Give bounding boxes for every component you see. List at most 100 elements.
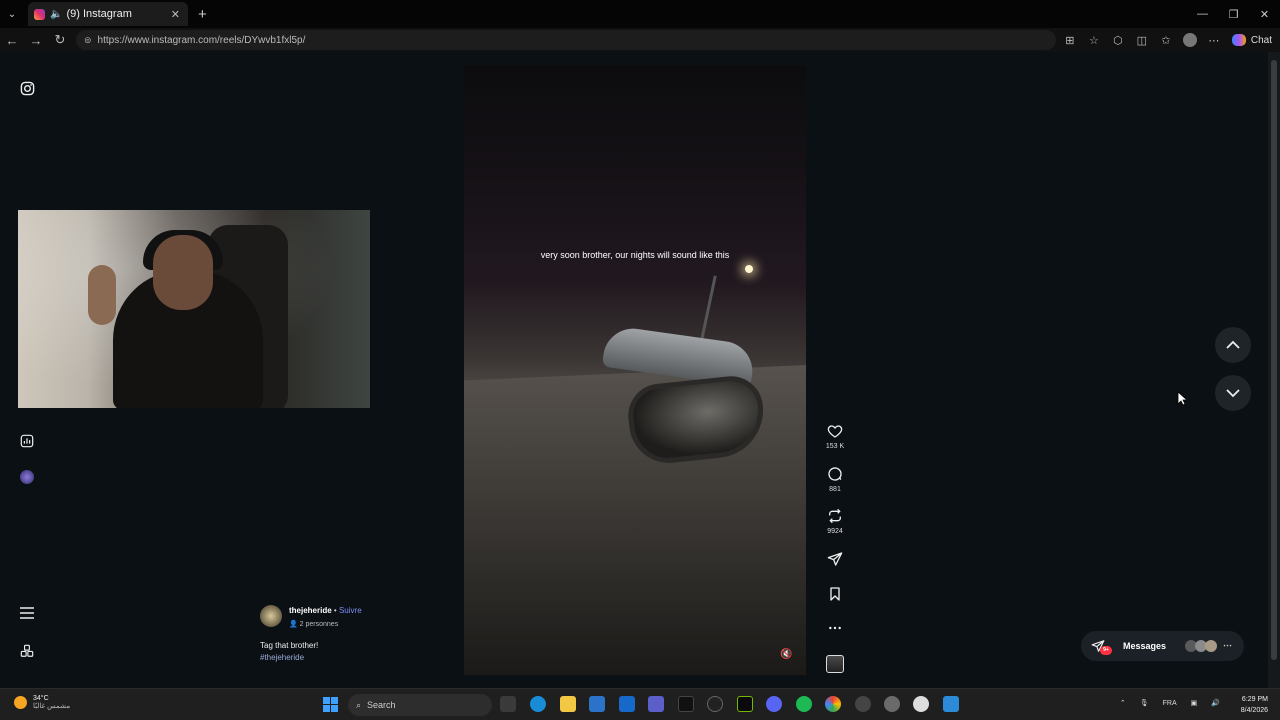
profile-avatar[interactable] (1182, 33, 1197, 47)
refresh-icon[interactable]: ↻ (48, 28, 72, 52)
task-view-icon[interactable] (500, 696, 516, 712)
show-hidden-icons-icon[interactable]: ⌃ (1120, 699, 1126, 707)
repost-button[interactable]: 9924 (824, 508, 846, 535)
close-window-icon[interactable]: ✕ (1249, 0, 1280, 28)
new-tab-icon[interactable]: + (198, 6, 207, 23)
mail-icon[interactable] (589, 696, 605, 712)
search-placeholder: Search (367, 700, 396, 710)
terminal-icon[interactable] (737, 696, 753, 712)
reel-hashtag[interactable]: #thejeheride (260, 653, 304, 662)
copilot-chat-button[interactable]: Chat (1231, 34, 1272, 46)
window-controls: — ❐ ✕ (1187, 0, 1280, 28)
restore-icon[interactable]: ❐ (1218, 0, 1249, 28)
share-button[interactable] (824, 551, 846, 567)
messages-label: Messages (1123, 641, 1167, 651)
scrollbar-thumb[interactable] (1271, 60, 1277, 660)
like-button[interactable]: 153 K (824, 423, 846, 450)
reel-video[interactable]: very soon brother, our nights will sound… (464, 65, 806, 675)
back-icon[interactable]: ← (0, 28, 24, 52)
media-player-icon[interactable] (913, 696, 929, 712)
like-count: 153 K (825, 443, 845, 450)
chat-label: Chat (1250, 34, 1272, 46)
bookmark-icon (830, 587, 840, 601)
start-button-icon[interactable] (323, 697, 338, 712)
page-scrollbar[interactable] (1268, 52, 1280, 688)
chevron-down-icon (1226, 389, 1240, 398)
clock-time: 6:29 PM (1241, 696, 1268, 703)
chrome-icon[interactable] (825, 696, 841, 712)
menu-icon[interactable] (18, 604, 36, 622)
profile-avatar-icon[interactable] (18, 468, 36, 486)
chevron-up-icon (1226, 340, 1240, 349)
collab-count: 2 personnes (299, 621, 339, 628)
microphone-icon[interactable]: 🎙 (1140, 699, 1149, 707)
close-tab-icon[interactable]: ✕ (171, 8, 180, 21)
forward-icon[interactable]: → (24, 28, 48, 52)
windows-taskbar: 34°C مشمس غالبًا ⌕ Search ⌃ 🎙 FRA ▣ 🔊 6:… (0, 688, 1280, 720)
author-avatar[interactable] (260, 605, 282, 627)
notepad-icon[interactable] (943, 696, 959, 712)
repost-icon (829, 508, 841, 524)
teams-icon[interactable] (648, 696, 664, 712)
favorites-icon[interactable]: ✩ (1154, 34, 1178, 47)
more-actions-button[interactable] (824, 620, 846, 636)
comment-button[interactable]: 881 (824, 466, 846, 493)
app-icon[interactable] (855, 696, 871, 712)
clock[interactable]: 6:29 PM 8/4/2026 (1241, 694, 1268, 716)
clock-date: 8/4/2026 (1240, 707, 1268, 714)
dashboard-icon[interactable] (18, 432, 36, 450)
collab-info[interactable]: 👤 2 personnes (289, 620, 338, 628)
more-options-icon[interactable]: ⋯ (1202, 34, 1226, 47)
contact-avatar (1205, 640, 1217, 652)
send-icon (827, 552, 843, 566)
url-text: https://www.instagram.com/reels/DYwvb1fx… (97, 34, 306, 46)
weather-widget[interactable]: 34°C مشمس غالبًا (14, 695, 70, 710)
nvidia-icon[interactable] (678, 696, 694, 712)
url-field[interactable]: ⊜ https://www.instagram.com/reels/DYwvb1… (76, 30, 1056, 50)
input-language[interactable]: FRA (1163, 700, 1177, 707)
tab-title: (9) Instagram (66, 8, 132, 20)
mute-toggle-icon[interactable]: 🔇 (780, 649, 792, 660)
split-screen-icon[interactable]: ◫ (1130, 34, 1154, 47)
extensions-icon[interactable]: ⬡ (1106, 34, 1130, 47)
follow-button[interactable]: Suivre (339, 606, 362, 615)
speaker-icon[interactable]: 🔈 (50, 9, 62, 20)
volume-icon[interactable]: 🔊 (1211, 699, 1220, 707)
heart-icon (827, 425, 843, 438)
tab-actions-icon[interactable]: ⌄ (0, 0, 24, 28)
edge-icon[interactable] (530, 696, 546, 712)
browser-toolbar: ⊞ ☆ ⬡ ◫ ✩ ⋯ Chat (1058, 28, 1280, 52)
spotify-icon[interactable] (796, 696, 812, 712)
next-reel-button[interactable] (1215, 375, 1251, 411)
instagram-logo-icon[interactable] (18, 79, 36, 97)
reel-caption: Tag that brother! (260, 641, 319, 650)
network-icon[interactable]: ▣ (1191, 699, 1198, 707)
also-from-meta-icon[interactable] (18, 642, 36, 660)
copilot-icon (1231, 34, 1246, 46)
store-icon[interactable] (619, 696, 635, 712)
author-username[interactable]: thejeheride (289, 606, 332, 615)
more-contacts-icon: ⋯ (1223, 640, 1232, 650)
favorite-star-icon[interactable]: ☆ (1082, 34, 1106, 47)
author-line: thejeheride • Suivre (289, 606, 362, 615)
discord-icon[interactable] (766, 696, 782, 712)
save-button[interactable] (824, 586, 846, 602)
comment-icon (828, 467, 842, 481)
file-explorer-icon[interactable] (560, 696, 576, 712)
original-audio-thumbnail[interactable] (826, 655, 844, 673)
minimize-icon[interactable]: — (1187, 0, 1218, 28)
previous-reel-button[interactable] (1215, 327, 1251, 363)
sun-icon (14, 696, 27, 709)
search-icon: ⌕ (356, 699, 362, 710)
taskbar-search[interactable]: ⌕ Search (348, 694, 492, 716)
site-info-icon[interactable]: ⊜ (84, 35, 92, 46)
separator-dot: • (333, 606, 337, 615)
app-available-icon[interactable]: ⊞ (1058, 34, 1082, 47)
obs-icon[interactable] (707, 696, 723, 712)
more-dots-icon (829, 626, 841, 630)
settings-icon[interactable] (884, 696, 900, 712)
person-icon: 👤 (289, 621, 298, 628)
messages-button[interactable]: 9+ Messages ⋯ (1081, 631, 1244, 661)
unread-badge: 9+ (1100, 646, 1112, 655)
browser-tab[interactable]: 🔈 (9) Instagram ✕ (28, 2, 188, 26)
